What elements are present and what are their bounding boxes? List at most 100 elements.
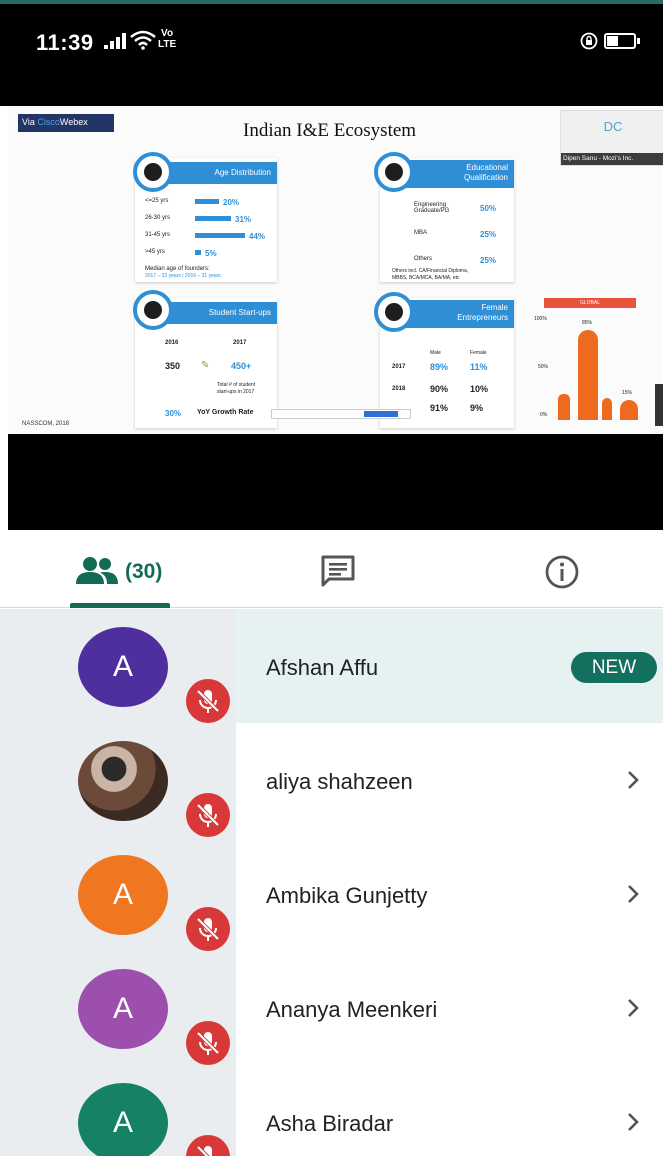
participant-row[interactable]: A Asha Biradar [0, 1065, 663, 1156]
participant-name: Afshan Affu [266, 655, 379, 680]
webex-tag: Via CiscoWebex [18, 114, 114, 132]
participant-row[interactable]: A Ananya Meenkeri [0, 951, 663, 1065]
status-bar: 11:39 Vo LTE [0, 0, 663, 106]
female-row-male: 89% [430, 362, 449, 372]
startups-note-2: start-ups in 2017 [217, 389, 255, 395]
age-bar [195, 216, 231, 221]
slide-title: Indian I&E Ecosystem [243, 120, 417, 141]
muted-mic-icon [186, 793, 230, 837]
participant-row[interactable]: A Afshan Affu NEW [0, 609, 663, 723]
age-row-label: <=25 yrs [145, 198, 169, 204]
muted-mic-icon [186, 1021, 230, 1065]
tab-participants[interactable]: (30) [70, 530, 170, 608]
slide-scroll-handle[interactable] [655, 384, 663, 426]
graduation-cap-icon [374, 152, 414, 192]
edu-row-value: 50% [480, 204, 497, 213]
participant-row[interactable]: A Ambika Gunjetty [0, 837, 663, 951]
webex-tag-brand: Cisco [37, 117, 60, 127]
muted-mic-icon [186, 1135, 230, 1156]
battery-icon [604, 33, 640, 49]
startup-icon [133, 290, 173, 330]
chevron-right-icon[interactable] [624, 769, 642, 791]
male-col-label: Male [430, 350, 441, 356]
mini-chart-label: 15% [622, 390, 633, 396]
age-row-label: 26-30 yrs [145, 215, 171, 221]
avatar: A [78, 855, 168, 935]
female-row-male: 91% [430, 403, 449, 413]
chevron-right-icon[interactable] [624, 883, 642, 905]
edu-note-2: MBBS, BCA/MCA, BA/MA, etc [392, 275, 460, 281]
person-bar-male [558, 394, 570, 420]
mini-chart-label: 85% [582, 320, 593, 326]
people-icon [374, 292, 414, 332]
tab-info[interactable] [542, 530, 582, 608]
muted-mic-icon [186, 907, 230, 951]
mini-chart-bar [578, 330, 598, 420]
avatar: A [78, 969, 168, 1049]
volte-top: Vo [161, 28, 174, 39]
participant-name: Asha Biradar [266, 1111, 394, 1136]
age-row-value: 31% [235, 215, 252, 224]
female-row-female: 11% [470, 362, 488, 372]
startups-year2: 2017 [233, 340, 247, 346]
age-row-value: 20% [223, 198, 240, 207]
chat-icon [321, 555, 355, 587]
panel-tabs: (30) [0, 530, 663, 608]
new-badge: NEW [571, 652, 657, 683]
participant-list: A Afshan Affu NEW aliya shahzeen A Ambik… [0, 609, 663, 1156]
age-row-value: 44% [249, 232, 266, 241]
status-bar-accent [0, 0, 663, 4]
presenter-initials: DC [603, 119, 623, 134]
muted-mic-icon [186, 679, 230, 723]
shared-screen[interactable]: Via CiscoWebex Indian I&E Ecosystem DC D… [8, 106, 663, 434]
startups-value2: 450+ [231, 361, 252, 371]
screen-edge [0, 106, 8, 530]
avatar: A [78, 627, 168, 707]
female-row-female: 10% [470, 384, 489, 394]
hourglass-icon [133, 152, 173, 192]
female-row-male: 90% [430, 384, 449, 394]
video-area-background [8, 434, 663, 530]
volte-bottom: LTE [158, 39, 177, 50]
participants-icon [76, 557, 118, 584]
avatar-photo [78, 741, 168, 821]
signal-icon [104, 33, 126, 49]
age-note-years: 2017 – 32 years | 2016 – 31 years [145, 273, 221, 279]
rotation-lock-icon [580, 32, 598, 50]
info-icon [545, 555, 579, 589]
age-row-label: 31-45 yrs [145, 232, 171, 238]
age-note: Median age of founders: [145, 266, 210, 272]
global-mini-chart: GLOBAL 100% 50% 0% 85% 15% [534, 298, 644, 424]
startups-year1: 2016 [165, 340, 179, 346]
person-bar-female [602, 398, 612, 420]
edu-row-value: 25% [480, 230, 497, 239]
mini-chart-header: GLOBAL [544, 298, 636, 308]
tab-chat[interactable] [318, 530, 358, 608]
startups-growth-label: YoY Growth Rate [197, 409, 254, 416]
age-row-value: 5% [205, 249, 217, 258]
chevron-right-icon[interactable] [624, 1111, 642, 1133]
chevron-right-icon[interactable] [624, 997, 642, 1019]
participant-row[interactable]: aliya shahzeen [0, 723, 663, 837]
participant-name: Ananya Meenkeri [266, 997, 438, 1022]
age-distribution-panel: Age Distribution <=25 yrs 20% 26-30 yrs … [133, 152, 277, 282]
presenter-thumbnail[interactable]: DC Dipen Sanu - Mozi's Inc. [560, 110, 663, 166]
educational-panel: Educational Qualification Engineering Gr… [374, 152, 514, 282]
participants-count: (30) [125, 560, 163, 583]
volte-icon: Vo LTE [158, 28, 176, 50]
mini-chart-bar [620, 400, 638, 420]
mini-chart-tick: 50% [538, 364, 549, 370]
female-col-label: Female [470, 350, 487, 356]
edu-row-label: Others [414, 256, 433, 262]
webex-tag-suffix: Webex [59, 117, 88, 127]
avatar: A [78, 1083, 168, 1156]
female-row-year: 2017 [392, 364, 406, 370]
mini-chart-tick: 100% [534, 316, 547, 322]
wifi-icon [130, 30, 156, 50]
presentation-control-bar[interactable] [271, 409, 411, 419]
mini-chart-tick: 0% [540, 412, 548, 418]
webex-tag-prefix: Via [22, 117, 38, 127]
edu-row-label: Engineering Graduate/PG [414, 202, 450, 214]
age-bar [195, 199, 219, 204]
female-row-female: 9% [470, 403, 484, 413]
